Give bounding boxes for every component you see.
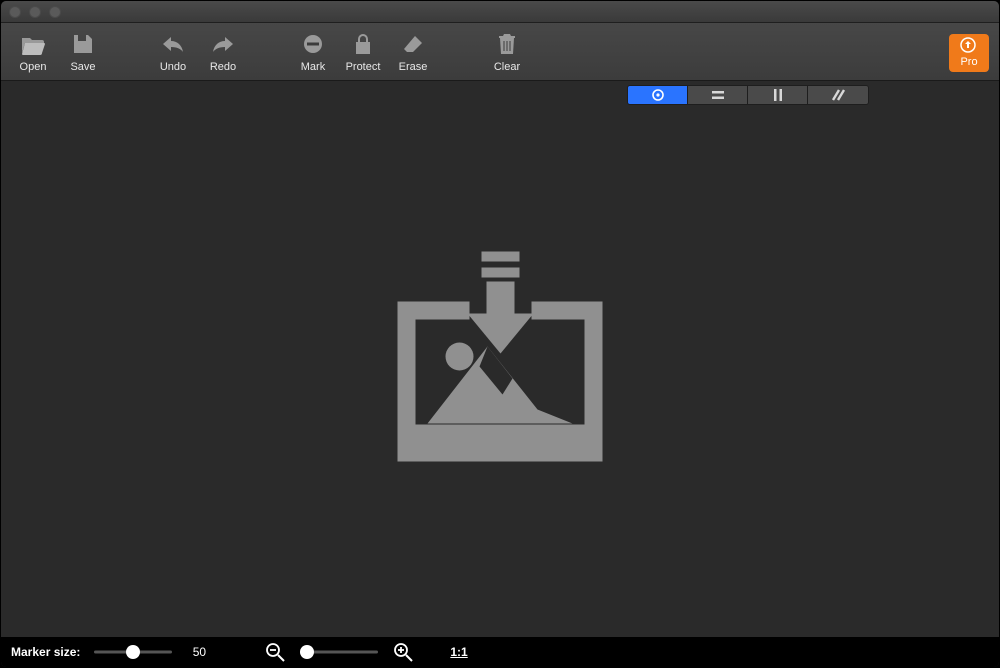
mark-label: Mark xyxy=(301,61,325,73)
view-mode-original[interactable] xyxy=(628,86,688,104)
floppy-disk-icon xyxy=(70,31,96,57)
main-toolbar: Open Save Undo Redo xyxy=(1,23,999,81)
canvas-area[interactable] xyxy=(1,81,999,637)
zoom-slider[interactable] xyxy=(300,645,378,659)
view-mode-vertical[interactable] xyxy=(748,86,808,104)
circle-target-icon xyxy=(651,88,665,102)
actual-size-label: 1:1 xyxy=(450,645,467,659)
undo-label: Undo xyxy=(160,61,186,73)
close-window-button[interactable] xyxy=(9,6,21,18)
redo-label: Redo xyxy=(210,61,236,73)
zoom-in-button[interactable] xyxy=(392,641,414,663)
actual-size-button[interactable]: 1:1 xyxy=(450,641,467,663)
view-mode-horizontal[interactable] xyxy=(688,86,748,104)
clear-button[interactable]: Clear xyxy=(485,31,529,73)
zoom-in-icon xyxy=(393,642,413,662)
marker-size-value: 50 xyxy=(186,645,212,659)
folder-open-icon xyxy=(20,31,46,57)
protect-button[interactable]: Protect xyxy=(341,31,385,73)
trash-icon xyxy=(494,31,520,57)
redo-button[interactable]: Redo xyxy=(201,31,245,73)
erase-button[interactable]: Erase xyxy=(391,31,435,73)
zoom-window-button[interactable] xyxy=(49,6,61,18)
save-label: Save xyxy=(70,61,95,73)
protect-label: Protect xyxy=(346,61,381,73)
marker-size-slider[interactable] xyxy=(94,645,172,659)
upload-circle-icon xyxy=(960,37,978,55)
zoom-out-button[interactable] xyxy=(264,641,286,663)
minimize-window-button[interactable] xyxy=(29,6,41,18)
open-label: Open xyxy=(20,61,47,73)
view-mode-diagonal[interactable] xyxy=(808,86,868,104)
open-button[interactable]: Open xyxy=(11,31,55,73)
mark-button[interactable]: Mark xyxy=(291,31,335,73)
image-drop-icon xyxy=(388,252,613,467)
clear-label: Clear xyxy=(494,61,520,73)
eraser-icon xyxy=(400,31,426,57)
erase-label: Erase xyxy=(399,61,428,73)
status-bar: Marker size: 50 1:1 xyxy=(1,637,999,667)
pro-button[interactable]: Pro xyxy=(949,34,989,72)
undo-button[interactable]: Undo xyxy=(151,31,195,73)
titlebar xyxy=(1,1,999,23)
redo-arrow-icon xyxy=(210,31,236,57)
equals-icon xyxy=(711,89,725,101)
zoom-out-icon xyxy=(265,642,285,662)
save-button[interactable]: Save xyxy=(61,31,105,73)
drop-image-placeholder[interactable] xyxy=(388,252,613,467)
lock-icon xyxy=(350,31,376,57)
diagonal-lines-icon xyxy=(830,88,846,102)
minus-circle-icon xyxy=(300,31,326,57)
pro-label: Pro xyxy=(960,56,977,68)
app-window: Open Save Undo Redo xyxy=(0,0,1000,668)
undo-arrow-icon xyxy=(160,31,186,57)
marker-size-label: Marker size: xyxy=(11,645,80,659)
view-mode-segmented xyxy=(627,85,869,105)
pause-bars-icon xyxy=(772,88,784,102)
